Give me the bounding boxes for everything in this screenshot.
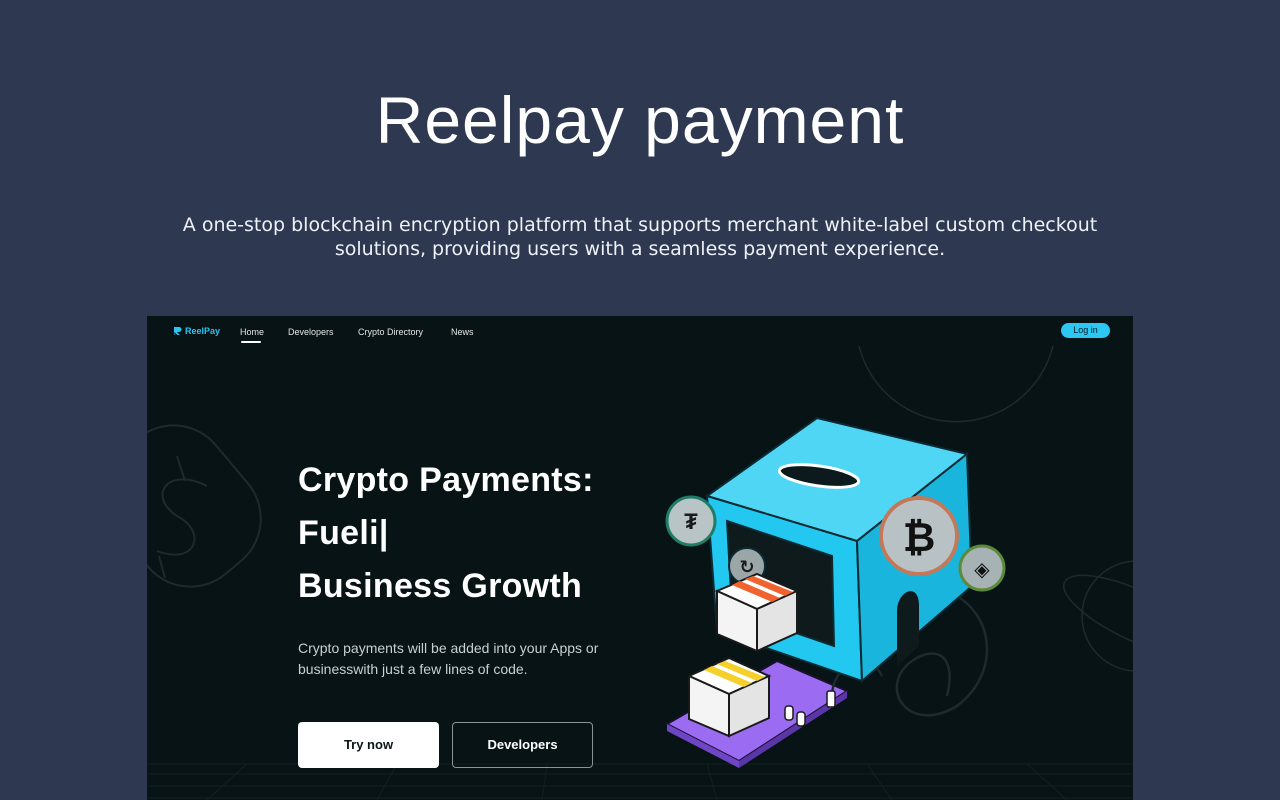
hero-title-line-1: Crypto Payments: — [298, 461, 594, 499]
small-cylinder-2 — [796, 711, 806, 727]
svg-text:₿: ₿ — [903, 516, 936, 560]
binance-coin-icon: ◈ — [958, 544, 1006, 592]
nav-developers[interactable]: Developers — [288, 327, 334, 337]
hero-title-line-3: Business Growth — [298, 567, 583, 605]
page-subtitle: A one-stop blockchain encryption platfor… — [182, 214, 1098, 260]
nav-crypto-directory[interactable]: Crypto Directory — [358, 327, 423, 337]
reelpay-logo-icon — [174, 327, 182, 335]
nav-active-indicator — [241, 341, 261, 343]
reelpay-logo[interactable]: ReelPay — [173, 326, 220, 336]
nav-news[interactable]: News — [451, 327, 474, 337]
svg-text:◈: ◈ — [974, 557, 990, 581]
svg-text:₮: ₮ — [684, 509, 698, 534]
try-now-button[interactable]: Try now — [298, 722, 439, 768]
website-preview: ReelPay Home Developers Crypto Directory… — [147, 316, 1133, 800]
yellow-parcel — [686, 656, 772, 738]
small-cylinder-1 — [784, 705, 794, 721]
top-navbar: ReelPay Home Developers Crypto Directory… — [147, 316, 1133, 348]
payment-box-illustration: ₮ ↻ ₿ ◈ — [664, 416, 1006, 768]
planet-icon — [1062, 560, 1133, 672]
nav-home[interactable]: Home — [240, 327, 264, 337]
logo-text: ReelPay — [185, 326, 221, 336]
developers-button[interactable]: Developers — [452, 722, 593, 768]
hero-description: Crypto payments will be added into your … — [298, 640, 599, 677]
dollar-sign-icon — [147, 424, 262, 588]
tether-coin-icon: ₮ — [665, 495, 717, 547]
page-title: Reelpay payment — [375, 83, 905, 157]
hero-title-line-2: Fueli| — [298, 514, 389, 552]
svg-text:↻: ↻ — [739, 557, 754, 578]
orange-parcel — [714, 572, 800, 653]
bitcoin-coin-icon: ₿ — [879, 496, 959, 576]
login-button[interactable]: Log in — [1061, 323, 1110, 338]
connector — [826, 690, 836, 708]
